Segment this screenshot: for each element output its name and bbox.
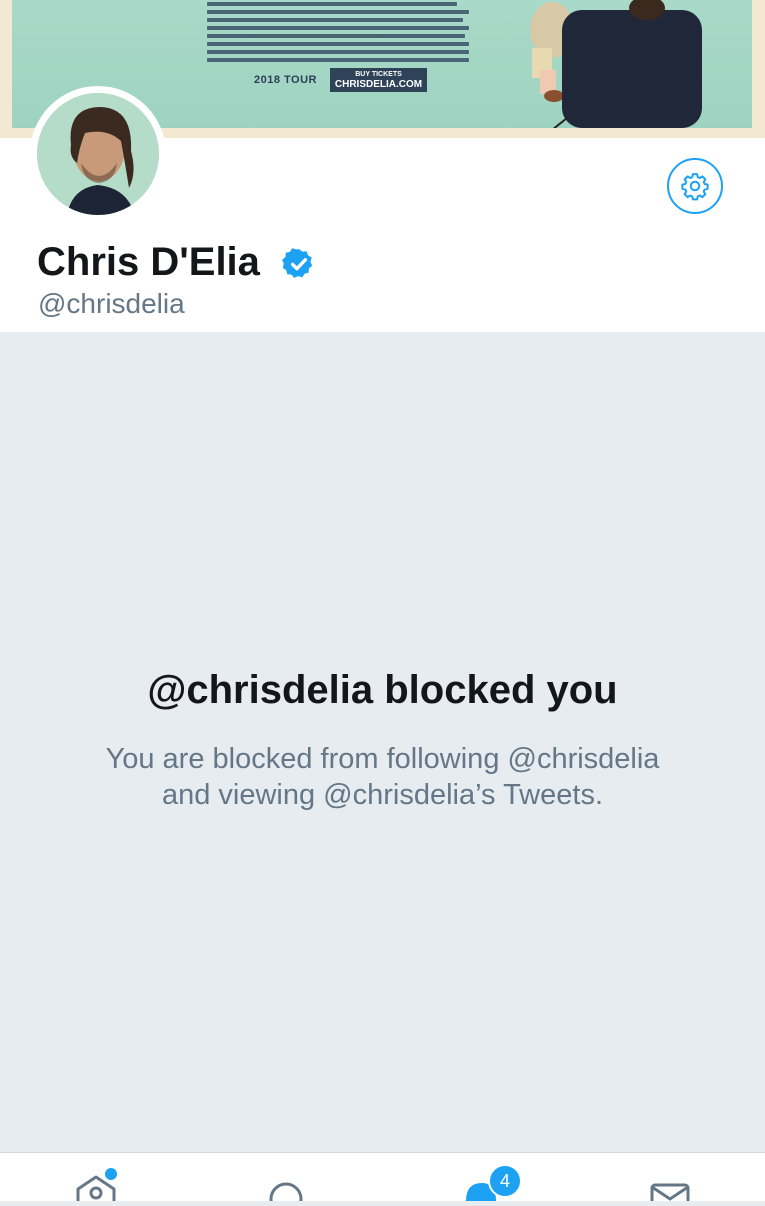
tour-dates-text: [207, 26, 469, 30]
tour-dates-text: [207, 34, 465, 38]
blocked-line-2: and viewing @chrisdelia’s Tweets.: [161, 779, 604, 811]
tour-dates-text: [207, 42, 469, 46]
tab-search[interactable]: [246, 1153, 326, 1206]
tour-dates-text: [207, 58, 469, 62]
blocked-line-1: You are blocked from following @chrisdel…: [105, 743, 660, 775]
display-name: Chris D'Elia: [37, 240, 260, 284]
messages-icon: [650, 1183, 690, 1206]
site-label: CHRISDELIA.COM: [334, 79, 423, 90]
tour-dates-text: [207, 10, 469, 14]
blocked-title: @chrisdelia blocked you: [147, 668, 618, 712]
tour-dates-text: [207, 18, 463, 22]
buy-tickets-label: BUY TICKETS: [355, 71, 402, 78]
gear-icon: [681, 173, 709, 201]
tour-dates-text: [207, 2, 457, 6]
home-icon: [76, 1175, 116, 1201]
avatar[interactable]: [30, 86, 166, 222]
tour-label: 2018 TOUR: [254, 74, 317, 86]
tab-home[interactable]: [56, 1153, 136, 1201]
search-icon: [269, 1182, 303, 1206]
verified-badge-icon: [282, 248, 313, 278]
profile-handle: @chrisdelia: [38, 288, 185, 319]
blocked-description: You are blocked from following @chrisdel…: [0, 741, 765, 813]
tour-dates-text: [207, 50, 469, 54]
avatar-image: [37, 93, 159, 215]
tab-messages[interactable]: [630, 1153, 710, 1206]
notifications-badge: 4: [488, 1164, 522, 1198]
banner-figures: [530, 0, 702, 128]
buy-tickets-box: BUY TICKETS CHRISDELIA.COM: [330, 68, 427, 92]
home-unread-dot: [105, 1168, 117, 1180]
settings-button[interactable]: [667, 158, 723, 214]
